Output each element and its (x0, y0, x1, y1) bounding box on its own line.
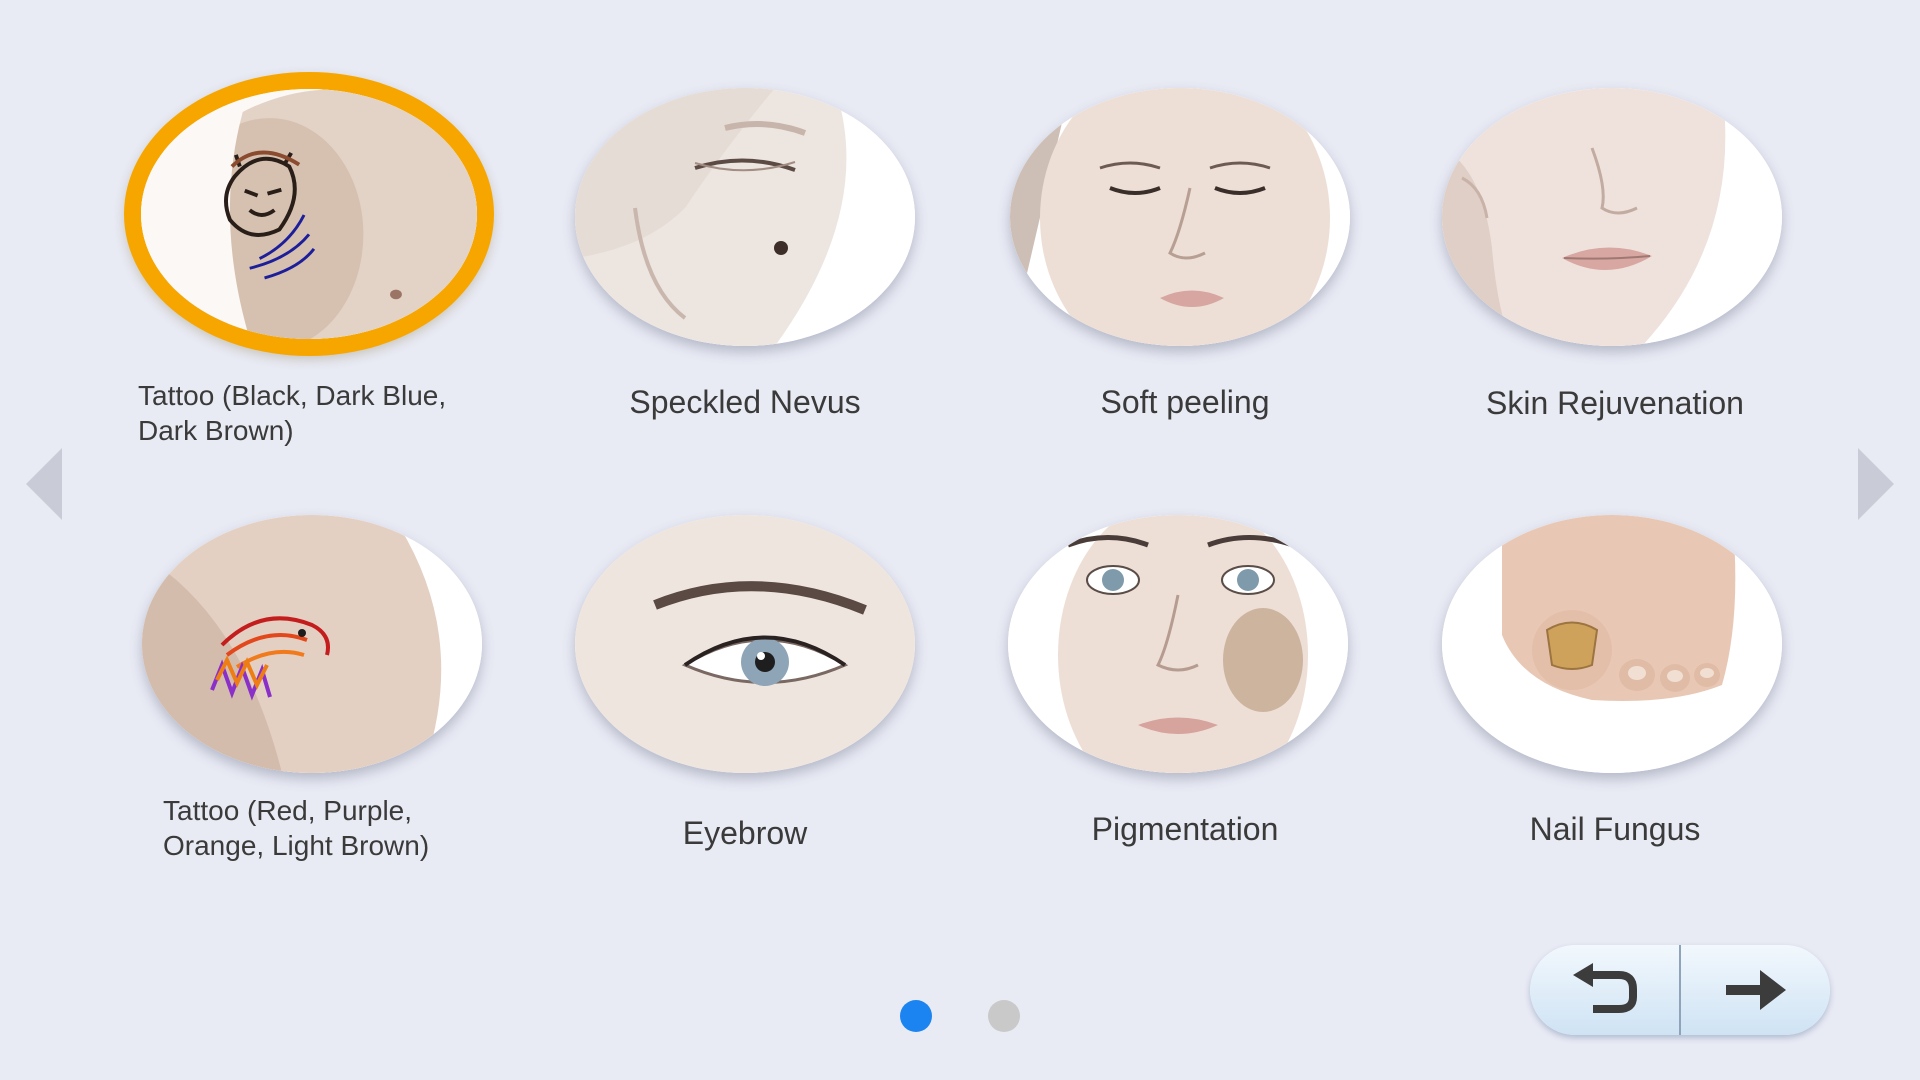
tattoo-colored-label: Tattoo (Red, Purple, Orange, Light Brown… (163, 795, 430, 861)
back-button[interactable] (1530, 945, 1679, 1035)
treatment-eyebrow[interactable]: Eyebrow (520, 515, 970, 945)
tattoo-dark-label: Tattoo (Black, Dark Blue, Dark Brown) (138, 380, 447, 446)
previous-page-arrow-icon[interactable] (26, 448, 62, 520)
next-page-arrow-icon[interactable] (1858, 448, 1894, 520)
treatment-pigmentation[interactable]: Pigmentation (960, 515, 1410, 945)
treatment-soft-peeling[interactable]: Soft peeling (960, 72, 1410, 502)
nail-fungus-thumbnail[interactable] (1442, 515, 1782, 773)
tattoo-dark-thumbnail[interactable] (124, 72, 494, 356)
tiger-tattoo-image (141, 89, 477, 339)
foot-nail-image (1442, 515, 1782, 773)
skin-rejuvenation-thumbnail[interactable] (1442, 88, 1782, 346)
treatment-nail-fungus[interactable]: Nail Fungus (1390, 515, 1840, 945)
tattoo-colored-thumbnail[interactable] (142, 515, 482, 773)
next-button[interactable] (1681, 945, 1830, 1035)
page-dot-2[interactable] (988, 1000, 1020, 1032)
skin-rejuvenation-label: Skin Rejuvenation (1486, 385, 1744, 421)
eyebrow-label: Eyebrow (682, 815, 808, 851)
nail-fungus-label: Nail Fungus (1529, 811, 1701, 847)
treatment-tattoo-colored[interactable]: Tattoo (Red, Purple, Orange, Light Brown… (100, 515, 550, 945)
speckled-nevus-thumbnail[interactable] (575, 88, 915, 346)
eagle-tattoo-image (142, 515, 482, 773)
treatment-tattoo-dark[interactable]: Tattoo (Black, Dark Blue, Dark Brown) (100, 72, 550, 502)
page-dot-1-active[interactable] (900, 1000, 932, 1032)
return-arrow-icon (1572, 963, 1637, 1013)
face-hand-image (1442, 88, 1782, 346)
face-mole-image (575, 88, 915, 346)
action-button-group (1530, 945, 1830, 1035)
arrow-right-icon (1725, 970, 1786, 1010)
face-pigmentation-image (1008, 515, 1348, 773)
eye-eyebrow-image (575, 515, 915, 773)
pagination (900, 1000, 1020, 1032)
face-closed-eyes-image (1010, 88, 1350, 346)
soft-peeling-label: Soft peeling (1100, 384, 1270, 420)
treatment-speckled-nevus[interactable]: Speckled Nevus (520, 72, 970, 502)
pigmentation-label: Pigmentation (1091, 811, 1279, 847)
pigmentation-thumbnail[interactable] (1008, 515, 1348, 773)
speckled-nevus-label: Speckled Nevus (629, 384, 861, 420)
treatment-skin-rejuvenation[interactable]: Skin Rejuvenation (1390, 72, 1840, 502)
soft-peeling-thumbnail[interactable] (1010, 88, 1350, 346)
eyebrow-thumbnail[interactable] (575, 515, 915, 773)
